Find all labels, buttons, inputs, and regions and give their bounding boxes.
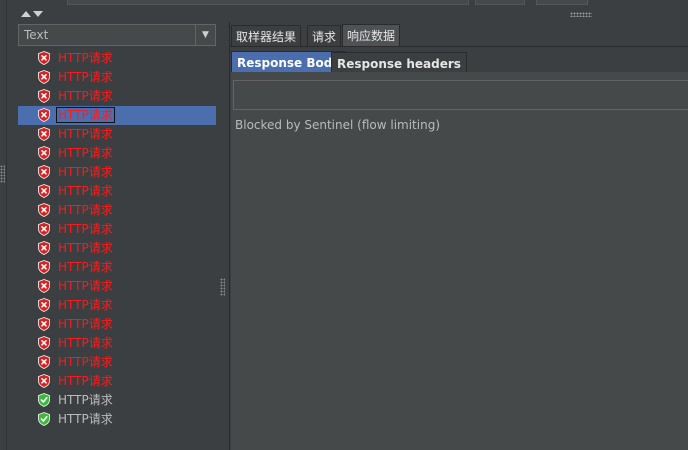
tree-item[interactable]: HTTP请求	[18, 277, 216, 296]
tree-item-label: HTTP请求	[58, 70, 113, 84]
tree-item-label: HTTP请求	[58, 165, 113, 179]
shield-x-icon	[38, 222, 50, 236]
chevron-down-icon[interactable]: ▼	[195, 25, 215, 45]
shield-x-icon	[38, 298, 50, 312]
tree-item[interactable]: HTTP请求	[18, 144, 216, 163]
tab-sampler-result[interactable]: 取样器结果	[231, 25, 302, 47]
tree-item[interactable]: HTTP请求	[18, 182, 216, 201]
splitter-grip-top[interactable]	[570, 12, 592, 17]
tree-item[interactable]: HTTP请求	[18, 372, 216, 391]
tree-item-label: HTTP请求	[58, 298, 113, 312]
shield-x-icon	[38, 146, 50, 160]
tree-item[interactable]: HTTP请求	[18, 125, 216, 144]
tree-item[interactable]: HTTP请求	[18, 239, 216, 258]
shield-x-icon	[38, 336, 50, 350]
tree-item-label: HTTP请求	[58, 355, 113, 369]
tree-item[interactable]: HTTP请求	[18, 353, 216, 372]
shield-x-icon	[38, 184, 50, 198]
shield-x-icon	[38, 70, 50, 84]
collapse-arrows-icon[interactable]	[20, 9, 44, 19]
tab-response-data[interactable]: 响应数据	[342, 24, 401, 47]
left-edge-divider	[6, 0, 7, 450]
shield-x-icon	[38, 203, 50, 217]
tree-item[interactable]: HTTP请求	[18, 391, 216, 410]
top-field-3	[536, 0, 588, 5]
subtab-response-headers[interactable]: Response headers	[331, 52, 467, 74]
tree-item-label: HTTP请求	[58, 412, 113, 426]
view-type-value: Text	[24, 28, 49, 42]
tree-item[interactable]: HTTP请求	[18, 87, 216, 106]
tree-item-label: HTTP请求	[58, 51, 113, 65]
tree-item-label: HTTP请求	[58, 127, 113, 141]
tree-item-label: HTTP请求	[58, 184, 113, 198]
tree-item-label: HTTP请求	[58, 222, 113, 236]
top-toolbar	[0, 0, 688, 20]
tree-item-label: HTTP请求	[58, 393, 113, 407]
shield-x-icon	[38, 279, 50, 293]
tree-item[interactable]: HTTP请求	[18, 163, 216, 182]
tree-item-label: HTTP请求	[58, 89, 113, 103]
tab-request[interactable]: 请求	[307, 25, 342, 47]
tree-item[interactable]: HTTP请求	[18, 220, 216, 239]
tree-item-label: HTTP请求	[58, 279, 113, 293]
view-type-dropdown[interactable]: Text ▼	[18, 24, 216, 46]
shield-x-icon	[38, 165, 50, 179]
top-field-2	[475, 0, 525, 5]
tree-item[interactable]: HTTP请求	[18, 68, 216, 87]
response-body-text[interactable]: Blocked by Sentinel (flow limiting)	[235, 118, 440, 132]
shield-x-icon	[38, 127, 50, 141]
panel-splitter[interactable]	[218, 22, 228, 450]
tree-item[interactable]: HTTP请求	[18, 334, 216, 353]
tree-item[interactable]: HTTP请求	[18, 106, 216, 125]
shield-x-icon	[38, 108, 50, 122]
shield-x-icon	[38, 89, 50, 103]
results-tree: HTTP请求 HTTP请求 HTTP请求 HTTP请求 HTTP请求 HTTP请求 HTTP…	[18, 49, 216, 449]
shield-check-icon	[38, 412, 50, 426]
shield-x-icon	[38, 260, 50, 274]
tree-item-label: HTTP请求	[58, 336, 113, 350]
tree-item[interactable]: HTTP请求	[18, 258, 216, 277]
tree-item-label: HTTP请求	[58, 241, 113, 255]
tree-item-label: HTTP请求	[58, 260, 113, 274]
splitter-grip-left[interactable]	[0, 165, 5, 183]
splitter-grip-middle[interactable]	[220, 278, 225, 296]
tabs-divider	[229, 46, 688, 47]
shield-x-icon	[38, 241, 50, 255]
shield-x-icon	[38, 355, 50, 369]
response-search-field[interactable]	[233, 80, 688, 110]
tree-item-label: HTTP请求	[56, 107, 115, 123]
tree-item[interactable]: HTTP请求	[18, 49, 216, 68]
tree-item[interactable]: HTTP请求	[18, 296, 216, 315]
shield-x-icon	[38, 317, 50, 331]
tree-item[interactable]: HTTP请求	[18, 410, 216, 429]
shield-x-icon	[38, 374, 50, 388]
subtab-response-body[interactable]: Response Body	[231, 51, 347, 73]
shield-x-icon	[38, 51, 50, 65]
tree-item[interactable]: HTTP请求	[18, 315, 216, 334]
tree-item-label: HTTP请求	[58, 203, 113, 217]
shield-check-icon	[38, 393, 50, 407]
top-field-1	[67, 0, 469, 5]
tree-item-label: HTTP请求	[58, 146, 113, 160]
tree-item-label: HTTP请求	[58, 317, 113, 331]
tree-item-label: HTTP请求	[58, 374, 113, 388]
tree-item[interactable]: HTTP请求	[18, 201, 216, 220]
